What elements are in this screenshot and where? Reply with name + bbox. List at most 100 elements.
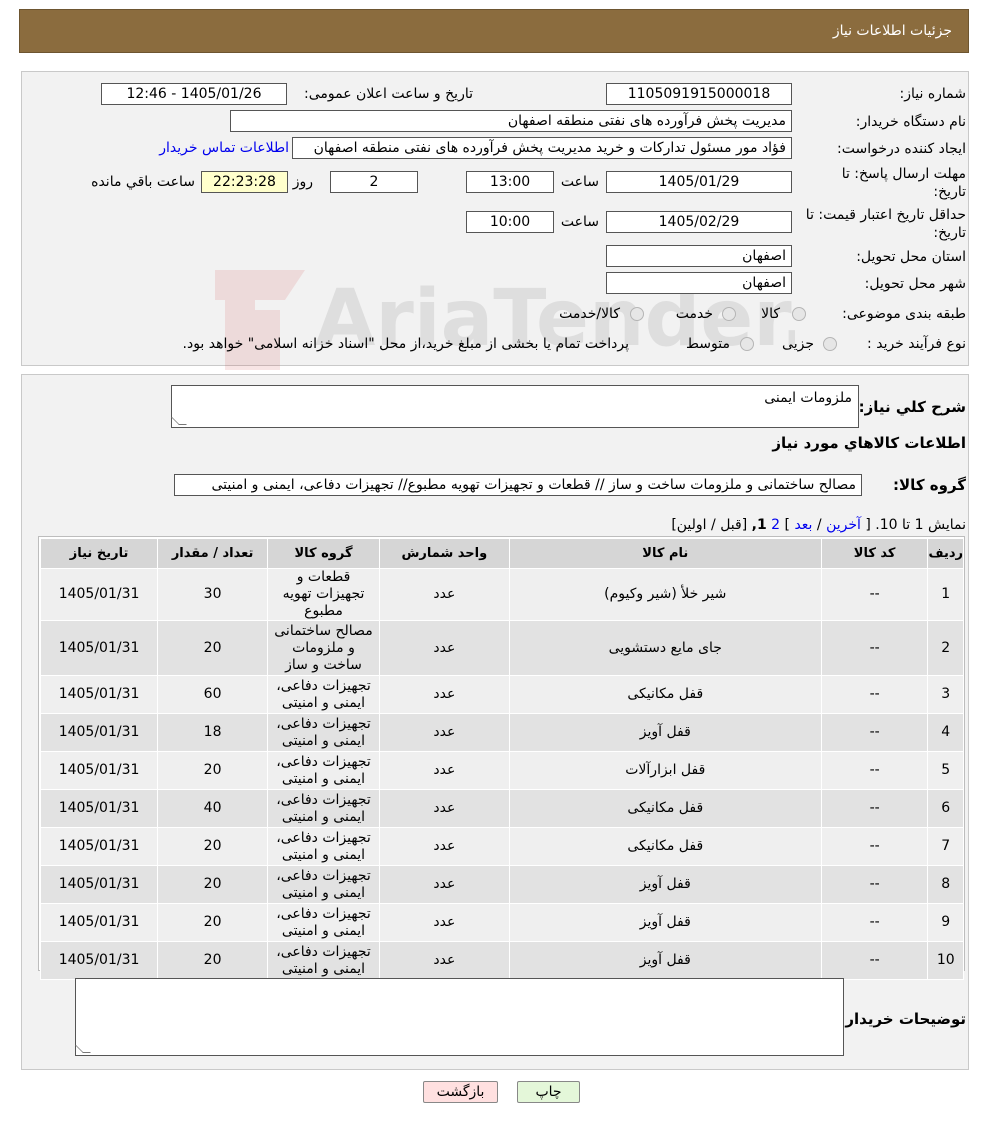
buyer-org-label: نام دستگاه خریدار: (855, 114, 966, 130)
cell-row-number: 2 (927, 620, 964, 676)
cell-row-number: 3 (927, 675, 964, 714)
pager-current-page: 1, (751, 517, 767, 533)
cell-quantity: 30 (157, 568, 269, 621)
cell-unit: عدد (378, 713, 510, 752)
city-label: شهر محل تحویل: (864, 276, 966, 292)
col-header-row-number: ردیف (927, 538, 964, 569)
pager-close: ] (784, 517, 790, 533)
table-row: 4 -- قفل آویز عدد تجهیزات دفاعی، ایمنی و امن… (39, 713, 964, 752)
process-radio-medium[interactable] (740, 337, 754, 351)
back-button[interactable]: بازگشت (423, 1081, 498, 1103)
deadline-date-field: 1405/01/29 (606, 171, 792, 193)
cell-date: 1405/01/31 (39, 713, 159, 752)
category-label: طبقه بندی موضوعی: (842, 306, 966, 322)
city-field: اصفهان (606, 272, 792, 294)
table-row: 5 -- قفل ابزارآلات عدد تجهیزات دفاعی، ایمنی … (39, 751, 964, 790)
pager-last-link[interactable]: آخرین (826, 517, 861, 533)
cell-name: قفل مکانیکی (508, 827, 822, 866)
cell-group: تجهیزات دفاعی، ایمنی و امنیتی (267, 713, 380, 752)
cell-unit: عدد (378, 751, 510, 790)
cell-group: تجهیزات دفاعی، ایمنی و امنیتی (267, 903, 380, 942)
cell-date: 1405/01/31 (39, 941, 159, 980)
table-row: 9 -- قفل آویز عدد تجهیزات دفاعی، ایمنی و امن… (39, 903, 964, 942)
cell-row-number: 4 (927, 713, 964, 752)
remaining-time-field: 22:23:28 (201, 171, 288, 193)
deadline-time-label: ساعت (560, 174, 599, 190)
col-header-code: کد کالا (820, 538, 929, 569)
creator-field: فؤاد مور مسئول تدارکات و خرید مدیریت پخش… (292, 137, 792, 159)
table-row: 2 -- جای مایع دستشویی عدد مصالح ساختمانی و م… (39, 620, 964, 676)
process-option-medium: متوسط (686, 336, 730, 352)
cell-date: 1405/01/31 (39, 675, 159, 714)
deadline-label-2: تاریخ: (933, 184, 966, 200)
cell-code: -- (820, 941, 929, 980)
cell-row-number: 8 (927, 865, 964, 904)
resize-grip-icon[interactable] (171, 417, 187, 425)
pager-text: نمایش 1 تا 10. (875, 517, 966, 533)
cell-unit: عدد (378, 941, 510, 980)
process-radio-minor[interactable] (823, 337, 837, 351)
category-radio-goods-service[interactable] (630, 307, 644, 321)
cell-row-number: 1 (927, 568, 964, 621)
creator-label: ایجاد کننده درخواست: (837, 141, 966, 157)
validity-time-field: 10:00 (466, 211, 554, 233)
cell-row-number: 10 (927, 941, 964, 980)
cell-code: -- (820, 620, 929, 676)
province-label: استان محل تحویل: (856, 249, 966, 265)
cell-group: مصالح ساختمانی و ملزومات ساخت و ساز (267, 620, 380, 676)
table-row: 3 -- قفل مکانیکی عدد تجهیزات دفاعی، ایمنی و … (39, 675, 964, 714)
days-field: 2 (330, 171, 418, 193)
cell-name: قفل آویز (508, 941, 822, 980)
validity-label-2: تاریخ: (933, 225, 966, 241)
cell-quantity: 40 (157, 789, 269, 828)
cell-row-number: 6 (927, 789, 964, 828)
table-row: 1 -- شیر خلأ (شیر وکیوم) عدد قطعات و تجهیزات… (39, 568, 964, 621)
cell-code: -- (820, 827, 929, 866)
province-field: اصفهان (606, 245, 792, 267)
print-button[interactable]: چاپ (517, 1081, 580, 1103)
col-header-quantity: تعداد / مقدار (157, 538, 269, 569)
need-number-field: 1105091915000018 (606, 83, 792, 105)
remaining-label: ساعت باقي مانده (91, 174, 195, 190)
table-header-row: ردیف کد کالا نام کالا واحد شمارش گروه کا… (39, 538, 964, 569)
description-textarea: ملزومات ایمنی (171, 385, 859, 428)
cell-name: جای مایع دستشویی (508, 620, 822, 676)
pager-page-2-link[interactable]: 2 (771, 517, 780, 533)
cell-name: شیر خلأ (شیر وکیوم) (508, 568, 822, 621)
cell-row-number: 5 (927, 751, 964, 790)
cell-date: 1405/01/31 (39, 827, 159, 866)
announce-datetime-field: 1405/01/26 - 12:46 (101, 83, 287, 105)
pager-open: [ (865, 517, 871, 533)
cell-quantity: 20 (157, 865, 269, 904)
cell-group: قطعات و تجهیزات تهویه مطبوع (267, 568, 380, 621)
buyer-notes-textarea[interactable] (75, 978, 844, 1056)
cell-date: 1405/01/31 (39, 568, 159, 621)
cell-unit: عدد (378, 568, 510, 621)
category-radio-service[interactable] (722, 307, 736, 321)
description-value: ملزومات ایمنی (764, 390, 852, 406)
cell-name: قفل ابزارآلات (508, 751, 822, 790)
resize-grip-icon[interactable] (75, 1045, 91, 1053)
cell-unit: عدد (378, 827, 510, 866)
col-header-group: گروه کالا (267, 538, 380, 569)
validity-label: حداقل تاریخ اعتبار قیمت: تا (805, 207, 966, 223)
cell-quantity: 20 (157, 903, 269, 942)
pager: نمایش 1 تا 10. [ آخرین / بعد ] 2 1, [قبل… (671, 517, 966, 533)
col-header-date: تاریخ نیاز (39, 538, 159, 569)
process-label: نوع فرآیند خرید : (867, 336, 966, 352)
cell-date: 1405/01/31 (39, 751, 159, 790)
buyer-contact-link[interactable]: اطلاعات تماس خریدار (159, 140, 289, 156)
deadline-label: مهلت ارسال پاسخ: تا (841, 166, 966, 182)
validity-date-field: 1405/02/29 (606, 211, 792, 233)
cell-date: 1405/01/31 (39, 903, 159, 942)
pager-next-link[interactable]: بعد (794, 517, 812, 533)
category-radio-goods[interactable] (792, 307, 806, 321)
cell-quantity: 20 (157, 941, 269, 980)
process-option-minor: جزیی (782, 336, 814, 352)
page-title: جزئیات اطلاعات نیاز (832, 23, 952, 39)
table-row: 6 -- قفل مکانیکی عدد تجهیزات دفاعی، ایمنی و … (39, 789, 964, 828)
cell-quantity: 20 (157, 751, 269, 790)
cell-name: قفل مکانیکی (508, 789, 822, 828)
process-note: پرداخت تمام یا بخشی از مبلغ خرید،از محل … (182, 336, 629, 352)
cell-name: قفل آویز (508, 713, 822, 752)
